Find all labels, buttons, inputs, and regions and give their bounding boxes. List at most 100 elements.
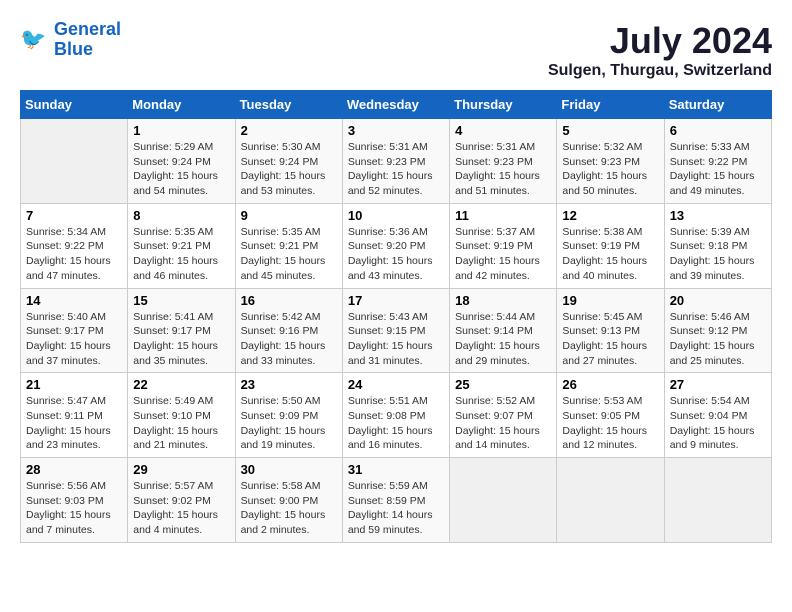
calendar-cell: 25 Sunrise: 5:52 AM Sunset: 9:07 PM Dayli…	[450, 373, 557, 458]
day-info: Sunrise: 5:39 AM Sunset: 9:18 PM Dayligh…	[670, 225, 766, 284]
calendar-week-row: 1 Sunrise: 5:29 AM Sunset: 9:24 PM Daylig…	[21, 119, 772, 204]
calendar-cell: 8 Sunrise: 5:35 AM Sunset: 9:21 PM Daylig…	[128, 203, 235, 288]
day-number: 31	[348, 462, 444, 477]
day-info: Sunrise: 5:31 AM Sunset: 9:23 PM Dayligh…	[455, 140, 551, 199]
calendar-cell: 12Sunrise: 5:38 AM Sunset: 9:19 PM Dayli…	[557, 203, 664, 288]
column-header-monday: Monday	[128, 91, 235, 119]
title-block: July 2024 Sulgen, Thurgau, Switzerland	[548, 20, 772, 80]
day-number: 1	[133, 123, 229, 138]
svg-text:🐦: 🐦	[20, 28, 46, 51]
day-info: Sunrise: 5:34 AM Sunset: 9:22 PM Dayligh…	[26, 225, 122, 284]
logo: 🐦 General Blue	[20, 20, 121, 60]
calendar-cell: 19 Sunrise: 5:45 AM Sunset: 9:13 PM Dayli…	[557, 288, 664, 373]
calendar-cell: 29Sunrise: 5:57 AM Sunset: 9:02 PM Dayli…	[128, 458, 235, 543]
day-info: Sunrise: 5:37 AM Sunset: 9:19 PM Dayligh…	[455, 225, 551, 284]
day-number: 28	[26, 462, 122, 477]
calendar-cell: 26 Sunrise: 5:53 AM Sunset: 9:05 PM Dayli…	[557, 373, 664, 458]
calendar-cell: 3Sunrise: 5:31 AM Sunset: 9:23 PM Daylig…	[342, 119, 449, 204]
day-info: Sunrise: 5:53 AM Sunset: 9:05 PM Dayligh…	[562, 394, 658, 453]
calendar-cell: 21 Sunrise: 5:47 AM Sunset: 9:11 PM Dayli…	[21, 373, 128, 458]
day-number: 21	[26, 377, 122, 392]
calendar-cell	[557, 458, 664, 543]
day-info: Sunrise: 5:35 AM Sunset: 9:21 PM Dayligh…	[133, 225, 229, 284]
page-header: 🐦 General Blue July 2024 Sulgen, Thurgau…	[20, 20, 772, 80]
day-number: 15	[133, 293, 229, 308]
day-number: 13	[670, 208, 766, 223]
day-number: 11	[455, 208, 551, 223]
calendar-cell: 28 Sunrise: 5:56 AM Sunset: 9:03 PM Dayli…	[21, 458, 128, 543]
day-info: Sunrise: 5:29 AM Sunset: 9:24 PM Dayligh…	[133, 140, 229, 199]
day-info: Sunrise: 5:35 AM Sunset: 9:21 PM Dayligh…	[241, 225, 337, 284]
calendar-cell: 16Sunrise: 5:42 AM Sunset: 9:16 PM Dayli…	[235, 288, 342, 373]
day-number: 5	[562, 123, 658, 138]
day-info: Sunrise: 5:38 AM Sunset: 9:19 PM Dayligh…	[562, 225, 658, 284]
calendar-cell: 11 Sunrise: 5:37 AM Sunset: 9:19 PM Dayli…	[450, 203, 557, 288]
calendar-cell: 5 Sunrise: 5:32 AM Sunset: 9:23 PM Daylig…	[557, 119, 664, 204]
day-number: 6	[670, 123, 766, 138]
calendar-cell: 31 Sunrise: 5:59 AM Sunset: 8:59 PM Dayli…	[342, 458, 449, 543]
logo-line2: Blue	[54, 39, 93, 59]
calendar-cell: 1 Sunrise: 5:29 AM Sunset: 9:24 PM Daylig…	[128, 119, 235, 204]
column-header-sunday: Sunday	[21, 91, 128, 119]
column-header-tuesday: Tuesday	[235, 91, 342, 119]
calendar-cell: 2 Sunrise: 5:30 AM Sunset: 9:24 PM Daylig…	[235, 119, 342, 204]
day-info: Sunrise: 5:42 AM Sunset: 9:16 PM Dayligh…	[241, 310, 337, 369]
month-year: July 2024	[548, 20, 772, 62]
calendar-week-row: 21 Sunrise: 5:47 AM Sunset: 9:11 PM Dayli…	[21, 373, 772, 458]
day-info: Sunrise: 5:56 AM Sunset: 9:03 PM Dayligh…	[26, 479, 122, 538]
day-info: Sunrise: 5:31 AM Sunset: 9:23 PM Dayligh…	[348, 140, 444, 199]
day-number: 30	[241, 462, 337, 477]
calendar-cell: 9Sunrise: 5:35 AM Sunset: 9:21 PM Daylig…	[235, 203, 342, 288]
day-number: 4	[455, 123, 551, 138]
day-number: 8	[133, 208, 229, 223]
day-number: 2	[241, 123, 337, 138]
day-number: 24	[348, 377, 444, 392]
day-info: Sunrise: 5:50 AM Sunset: 9:09 PM Dayligh…	[241, 394, 337, 453]
day-number: 17	[348, 293, 444, 308]
calendar-cell: 23 Sunrise: 5:50 AM Sunset: 9:09 PM Dayli…	[235, 373, 342, 458]
day-number: 20	[670, 293, 766, 308]
logo-text: General Blue	[54, 20, 121, 60]
day-number: 23	[241, 377, 337, 392]
day-number: 7	[26, 208, 122, 223]
column-header-saturday: Saturday	[664, 91, 771, 119]
day-info: Sunrise: 5:54 AM Sunset: 9:04 PM Dayligh…	[670, 394, 766, 453]
day-info: Sunrise: 5:40 AM Sunset: 9:17 PM Dayligh…	[26, 310, 122, 369]
day-info: Sunrise: 5:41 AM Sunset: 9:17 PM Dayligh…	[133, 310, 229, 369]
day-info: Sunrise: 5:36 AM Sunset: 9:20 PM Dayligh…	[348, 225, 444, 284]
calendar-cell: 22Sunrise: 5:49 AM Sunset: 9:10 PM Dayli…	[128, 373, 235, 458]
calendar-cell: 27 Sunrise: 5:54 AM Sunset: 9:04 PM Dayli…	[664, 373, 771, 458]
calendar-cell: 15 Sunrise: 5:41 AM Sunset: 9:17 PM Dayli…	[128, 288, 235, 373]
day-info: Sunrise: 5:49 AM Sunset: 9:10 PM Dayligh…	[133, 394, 229, 453]
day-info: Sunrise: 5:33 AM Sunset: 9:22 PM Dayligh…	[670, 140, 766, 199]
logo-icon: 🐦	[20, 25, 50, 55]
calendar-week-row: 28 Sunrise: 5:56 AM Sunset: 9:03 PM Dayli…	[21, 458, 772, 543]
day-number: 18	[455, 293, 551, 308]
day-number: 27	[670, 377, 766, 392]
calendar-cell: 14 Sunrise: 5:40 AM Sunset: 9:17 PM Dayli…	[21, 288, 128, 373]
calendar-cell	[450, 458, 557, 543]
day-info: Sunrise: 5:51 AM Sunset: 9:08 PM Dayligh…	[348, 394, 444, 453]
calendar-cell	[664, 458, 771, 543]
day-number: 26	[562, 377, 658, 392]
day-number: 10	[348, 208, 444, 223]
day-info: Sunrise: 5:45 AM Sunset: 9:13 PM Dayligh…	[562, 310, 658, 369]
day-number: 19	[562, 293, 658, 308]
calendar-cell: 20Sunrise: 5:46 AM Sunset: 9:12 PM Dayli…	[664, 288, 771, 373]
calendar-cell: 6 Sunrise: 5:33 AM Sunset: 9:22 PM Daylig…	[664, 119, 771, 204]
calendar-cell: 13 Sunrise: 5:39 AM Sunset: 9:18 PM Dayli…	[664, 203, 771, 288]
day-info: Sunrise: 5:32 AM Sunset: 9:23 PM Dayligh…	[562, 140, 658, 199]
day-info: Sunrise: 5:52 AM Sunset: 9:07 PM Dayligh…	[455, 394, 551, 453]
day-number: 25	[455, 377, 551, 392]
day-info: Sunrise: 5:59 AM Sunset: 8:59 PM Dayligh…	[348, 479, 444, 538]
day-info: Sunrise: 5:57 AM Sunset: 9:02 PM Dayligh…	[133, 479, 229, 538]
day-info: Sunrise: 5:30 AM Sunset: 9:24 PM Dayligh…	[241, 140, 337, 199]
day-info: Sunrise: 5:47 AM Sunset: 9:11 PM Dayligh…	[26, 394, 122, 453]
day-number: 14	[26, 293, 122, 308]
day-info: Sunrise: 5:44 AM Sunset: 9:14 PM Dayligh…	[455, 310, 551, 369]
column-header-wednesday: Wednesday	[342, 91, 449, 119]
calendar-cell: 17Sunrise: 5:43 AM Sunset: 9:15 PM Dayli…	[342, 288, 449, 373]
calendar-cell: 18 Sunrise: 5:44 AM Sunset: 9:14 PM Dayli…	[450, 288, 557, 373]
calendar-cell: 4 Sunrise: 5:31 AM Sunset: 9:23 PM Daylig…	[450, 119, 557, 204]
calendar-cell: 30Sunrise: 5:58 AM Sunset: 9:00 PM Dayli…	[235, 458, 342, 543]
